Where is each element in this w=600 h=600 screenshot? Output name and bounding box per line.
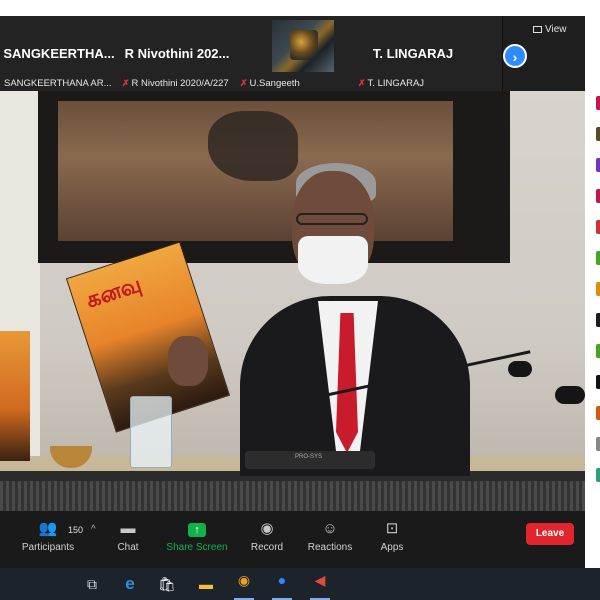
book-title: கனவு — [82, 271, 145, 313]
chat-button[interactable]: ▬ Chat — [88, 519, 168, 553]
participant-avatar[interactable] — [596, 282, 600, 296]
water-glass — [130, 396, 172, 468]
participant-avatar[interactable] — [596, 406, 600, 420]
participant-label: ✗ R Nivothini 2020/A/227 — [122, 78, 229, 89]
participant-avatar[interactable] — [596, 96, 600, 110]
participant-avatar[interactable] — [596, 468, 600, 482]
participant-count: 150 — [68, 525, 84, 535]
participants-button[interactable]: 👥 Participants 150 ^ — [8, 519, 96, 553]
participant-video-thumbnail — [272, 20, 334, 72]
participant-label: SANGKEERTHANA AR... — [4, 78, 112, 89]
view-button[interactable]: View — [533, 24, 567, 35]
zoom-meeting-window: SANGKEERTHA... SANGKEERTHANA AR... R Niv… — [0, 16, 585, 568]
participant-display-name: SANGKEERTHA... — [3, 46, 115, 61]
chat-icon: ▬ — [120, 520, 136, 537]
speaker-face-mask — [298, 236, 368, 284]
participant-avatar[interactable] — [596, 158, 600, 172]
participant-avatar[interactable] — [596, 127, 600, 141]
meeting-toolbar: 👥 Participants 150 ^ ▬ Chat ↑ Share Scre… — [0, 511, 585, 568]
zoom-icon[interactable]: ● — [272, 570, 292, 600]
main-speaker-video: கனவு PRO-SYS — [0, 91, 585, 511]
desk-front — [0, 481, 585, 511]
participant-avatar[interactable] — [596, 189, 600, 203]
file-explorer-icon[interactable]: ▬ — [196, 574, 216, 594]
task-view-icon[interactable]: ⧉ — [82, 574, 102, 594]
participant-tile[interactable]: R Nivothini 202... ✗ R Nivothini 2020/A/… — [118, 16, 237, 91]
participant-tile[interactable]: T. LINGARAJ ✗ T. LINGARAJ — [354, 16, 503, 91]
participant-avatar[interactable] — [596, 375, 600, 389]
participant-avatar[interactable] — [596, 344, 600, 358]
leave-button[interactable]: Leave — [526, 523, 574, 545]
participant-display-name: T. LINGARAJ — [372, 46, 454, 61]
participant-display-name: R Nivothini 202... — [124, 46, 230, 61]
participant-avatar[interactable] — [596, 437, 600, 451]
microphone-brand: PRO-SYS — [295, 454, 323, 460]
microphone — [555, 386, 585, 404]
participant-avatar[interactable] — [596, 313, 600, 327]
taskbar: ⧉ e 🛍 ▬ ◉ ● ◀ — [0, 568, 600, 600]
participant-strip: SANGKEERTHA... SANGKEERTHANA AR... R Niv… — [0, 16, 585, 91]
speaker-hand — [168, 336, 208, 386]
participant-label: ✗ T. LINGARAJ — [358, 78, 425, 89]
participant-tile[interactable]: ✗ U.Sangeeth — [236, 16, 355, 91]
participant-label: ✗ U.Sangeeth — [240, 78, 300, 89]
apps-icon: ⊡ — [385, 520, 399, 537]
microphone — [508, 361, 532, 377]
mic-muted-icon: ✗ — [358, 78, 366, 88]
apps-button[interactable]: ⊡ Apps — [352, 519, 432, 553]
book-on-table — [0, 331, 30, 461]
grid-icon — [533, 26, 542, 33]
mic-muted-icon: ✗ — [240, 78, 248, 88]
edge-icon[interactable]: e — [120, 574, 140, 594]
volume-icon[interactable]: ◀ — [310, 570, 330, 600]
participant-tile[interactable]: SANGKEERTHA... SANGKEERTHANA AR... — [0, 16, 119, 91]
speaker-glasses — [296, 213, 368, 225]
share-screen-icon: ↑ — [157, 519, 237, 539]
participant-avatar[interactable] — [596, 251, 600, 265]
store-icon[interactable]: 🛍 — [157, 574, 177, 594]
chevron-right-icon[interactable]: › — [503, 44, 527, 68]
mic-muted-icon: ✗ — [122, 78, 130, 88]
share-screen-button[interactable]: ↑ Share Screen — [157, 519, 237, 553]
chrome-icon[interactable]: ◉ — [234, 570, 254, 600]
participant-avatar[interactable] — [596, 220, 600, 234]
painting — [58, 101, 453, 241]
